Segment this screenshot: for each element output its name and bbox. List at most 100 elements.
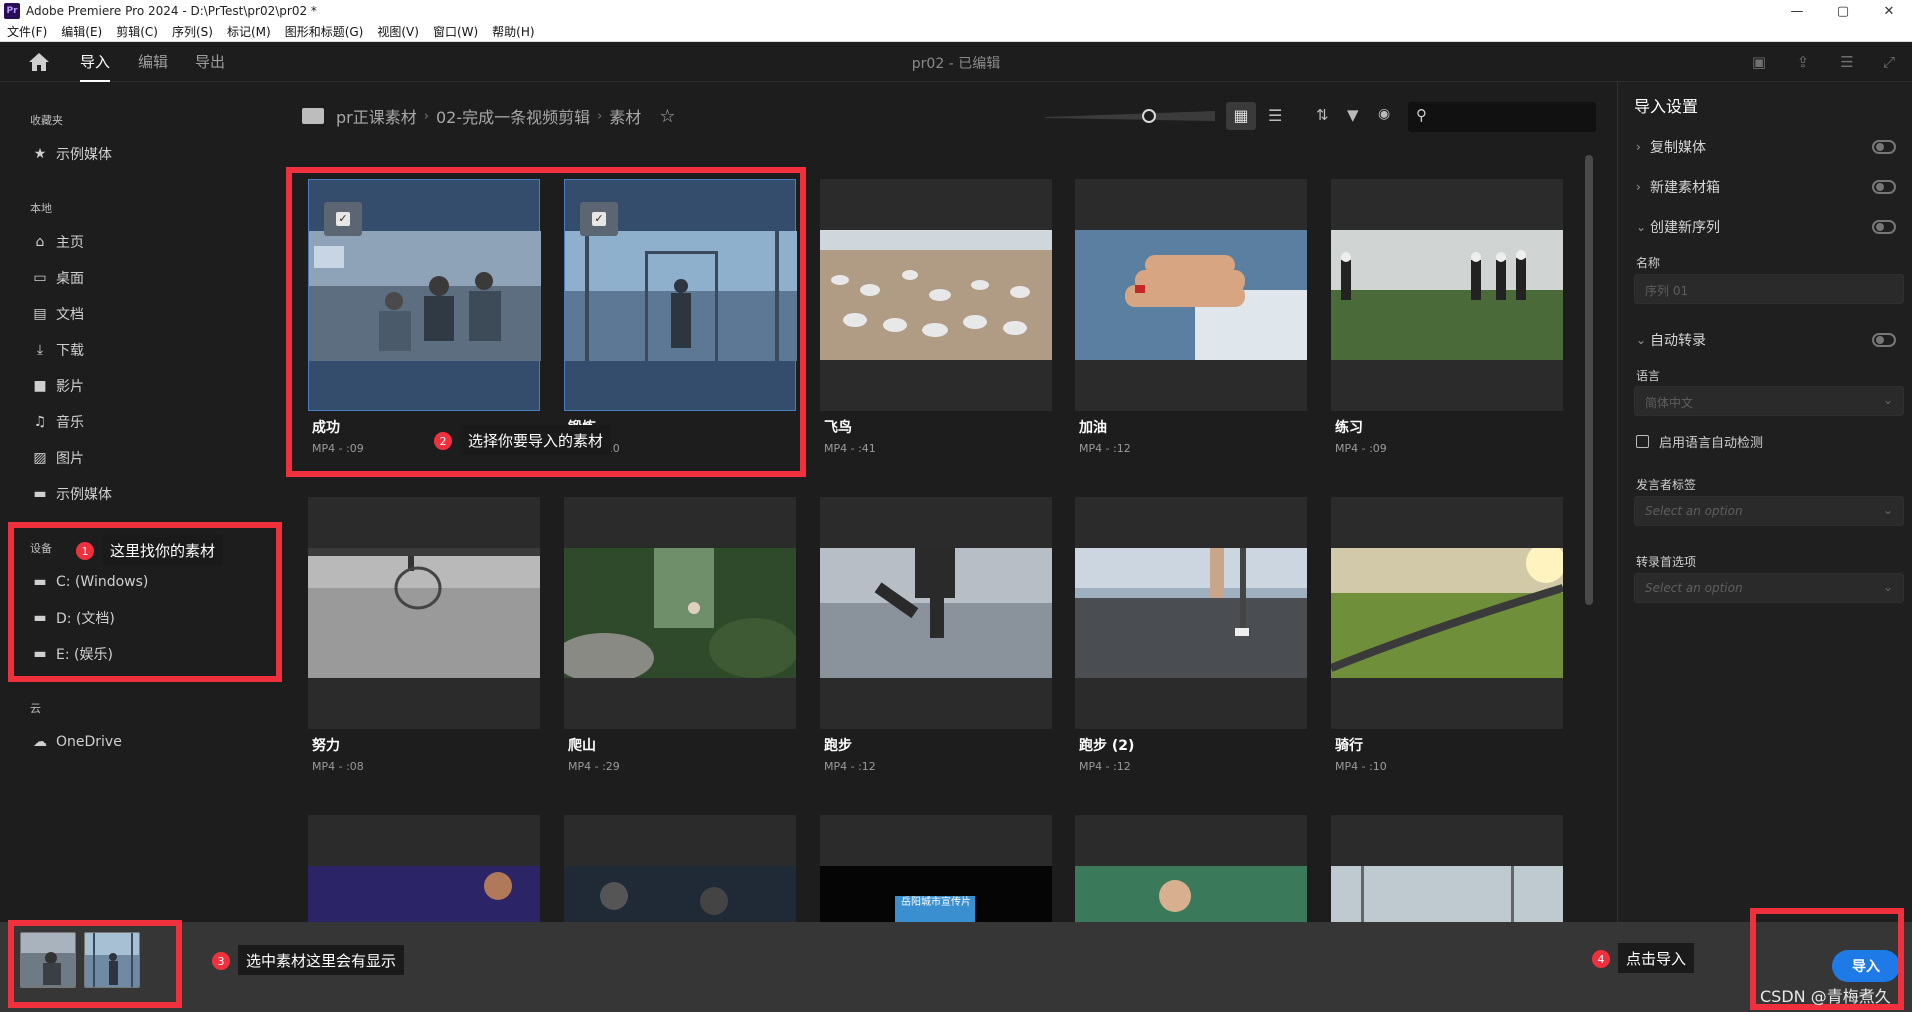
sidebar-item-downloads[interactable]: ⤓ 下载	[30, 338, 84, 362]
auto-transcribe-toggle[interactable]	[1872, 333, 1896, 347]
minimize-button[interactable]: —	[1774, 4, 1820, 19]
media-tile-row3-3[interactable]: 岳阳城市宣传片	[820, 815, 1052, 922]
tab-import[interactable]: 导入	[80, 50, 111, 82]
sidebar-item-documents[interactable]: ▤ 文档	[30, 302, 84, 326]
watermark: CSDN @青梅煮久	[1760, 987, 1891, 1006]
import-settings-panel: 导入设置 › 复制媒体 › 新建素材箱 ⌄ 创建新序列 名称 序列 01 ⌄ 自动转录 …	[1617, 82, 1912, 922]
sidebar-item-music[interactable]: ♫ 音乐	[30, 410, 84, 434]
sidebar-item-videos[interactable]: ■ 影片	[30, 374, 84, 398]
media-tile-nuli[interactable]	[308, 497, 540, 729]
media-tile-row3-1[interactable]	[308, 815, 540, 922]
star-outline-icon[interactable]: ☆	[659, 106, 675, 127]
search-input[interactable]: ⚲	[1408, 102, 1596, 132]
create-sequence-toggle[interactable]	[1872, 220, 1896, 234]
media-tile-row3-4[interactable]	[1075, 815, 1307, 922]
menu-graphics[interactable]: 图形和标题(G)	[278, 23, 371, 40]
sidebar-item-pictures[interactable]: ▨ 图片	[30, 446, 84, 470]
chevron-down-icon: ⌄	[1882, 503, 1893, 517]
annotation-callout: 选择你要导入的素材	[460, 425, 612, 455]
auto-detect-row[interactable]: 启用语言自动检测	[1636, 432, 1763, 451]
media-name: 加油	[1079, 420, 1107, 436]
new-bin-row[interactable]: › 新建素材箱	[1636, 176, 1906, 198]
new-bin-label: 新建素材箱	[1650, 180, 1720, 196]
breadcrumb-item[interactable]: 素材	[609, 104, 641, 128]
auto-transcribe-label: 自动转录	[1650, 333, 1706, 349]
sidebar-item-onedrive[interactable]: ☁ OneDrive	[30, 730, 122, 754]
media-tile-row3-2[interactable]	[564, 815, 796, 922]
list-view-icon[interactable]: ☰	[1268, 106, 1282, 125]
thumbnail-size-slider[interactable]	[1045, 108, 1215, 123]
menu-help[interactable]: 帮助(H)	[485, 23, 541, 40]
close-button[interactable]: ✕	[1866, 4, 1912, 19]
media-meta: MP4 - :10	[1335, 760, 1387, 773]
folder-open-icon[interactable]	[302, 108, 324, 124]
workspace-icon[interactable]: ▣	[1750, 53, 1768, 71]
filter-icon[interactable]: ▼	[1347, 106, 1359, 124]
monitor-icon: ▭	[33, 270, 47, 286]
sidebar-item-home[interactable]: ⌂ 主页	[30, 230, 84, 254]
slider-track	[1045, 109, 1215, 123]
cloud-heading: 云	[30, 702, 41, 715]
menu-marker[interactable]: 标记(M)	[220, 23, 278, 40]
sidebar: 收藏夹 ★ 示例媒体 本地 ⌂ 主页 ▭ 桌面 ▤ 文档 ⤓ 下载 ■ 影片 ♫ 音乐 ▨ 图片…	[0, 82, 265, 922]
speaker-select[interactable]: Select an option ⌄	[1634, 496, 1904, 526]
new-bin-toggle[interactable]	[1872, 180, 1896, 194]
tab-export[interactable]: 导出	[195, 50, 225, 82]
sidebar-item-sample-media-fav[interactable]: ★ 示例媒体	[30, 142, 112, 166]
thumbnail-drawing	[820, 548, 1052, 678]
media-tile-feiniao[interactable]	[820, 179, 1052, 411]
breadcrumb-item[interactable]: 02-完成一条视频剪辑	[436, 104, 590, 128]
menu-sequence[interactable]: 序列(S)	[165, 23, 220, 40]
copy-media-row[interactable]: › 复制媒体	[1636, 136, 1906, 158]
media-tile-qixing[interactable]	[1331, 497, 1563, 729]
thumbnail-image	[1075, 548, 1307, 678]
maximize-button[interactable]: ▢	[1820, 4, 1866, 19]
language-select[interactable]: 简体中文 ⌄	[1634, 386, 1904, 416]
home-icon[interactable]	[28, 52, 50, 72]
annotation-badge: 2	[434, 432, 452, 450]
media-meta: MP4 - :12	[1079, 442, 1131, 455]
thumbnail-image	[1075, 230, 1307, 360]
sidebar-item-label: 桌面	[56, 271, 84, 287]
thumbnail-drawing	[1331, 230, 1563, 360]
media-meta: MP4 - :12	[824, 760, 876, 773]
grid-scrollbar[interactable]	[1585, 155, 1593, 605]
auto-detect-checkbox[interactable]	[1636, 435, 1649, 448]
auto-transcribe-row[interactable]: ⌄ 自动转录	[1636, 329, 1906, 351]
chevron-down-icon: ⌄	[1882, 393, 1893, 407]
tab-edit[interactable]: 编辑	[138, 50, 168, 82]
grid-view-icon[interactable]: ▦	[1226, 102, 1256, 130]
share-icon[interactable]: ⇪	[1794, 53, 1812, 71]
media-tile-pashan[interactable]	[564, 497, 796, 729]
media-name: 爬山	[568, 738, 596, 754]
media-meta: MP4 - :29	[568, 760, 620, 773]
menu-view[interactable]: 视图(V)	[370, 23, 426, 40]
media-meta: MP4 - :09	[1335, 442, 1387, 455]
menu-file[interactable]: 文件(F)	[0, 23, 54, 40]
menu-clip[interactable]: 剪辑(C)	[109, 23, 165, 40]
music-icon: ♫	[33, 414, 47, 430]
annotation-callout: 这里找你的素材	[102, 535, 224, 565]
copy-media-toggle[interactable]	[1872, 140, 1896, 154]
media-tile-row3-5[interactable]	[1331, 815, 1563, 922]
menu-edit[interactable]: 编辑(E)	[54, 23, 109, 40]
breadcrumb-item[interactable]: pr正课素材	[336, 104, 417, 128]
sort-icon[interactable]: ⇅	[1316, 106, 1329, 124]
star-icon: ★	[33, 146, 47, 162]
media-name: 努力	[312, 738, 340, 754]
panel-menu-icon[interactable]: ☰	[1838, 53, 1856, 71]
chevron-right-icon: ›	[597, 108, 603, 124]
menu-window[interactable]: 窗口(W)	[426, 23, 485, 40]
sidebar-item-desktop[interactable]: ▭ 桌面	[30, 266, 84, 290]
create-sequence-row[interactable]: ⌄ 创建新序列	[1636, 216, 1906, 238]
sidebar-item-sample-media[interactable]: ▬ 示例媒体	[30, 482, 112, 506]
transcribe-pref-select[interactable]: Select an option ⌄	[1634, 573, 1904, 603]
sidebar-item-label: 文档	[56, 307, 84, 323]
media-tile-jiayou[interactable]	[1075, 179, 1307, 411]
media-tile-paobu[interactable]	[820, 497, 1052, 729]
eye-icon[interactable]: ◉	[1378, 106, 1390, 122]
sequence-name-field[interactable]: 序列 01	[1634, 274, 1904, 304]
media-tile-lianxi[interactable]	[1331, 179, 1563, 411]
media-tile-paobu-2[interactable]	[1075, 497, 1307, 729]
fullscreen-icon[interactable]: ⤢	[1880, 53, 1898, 71]
